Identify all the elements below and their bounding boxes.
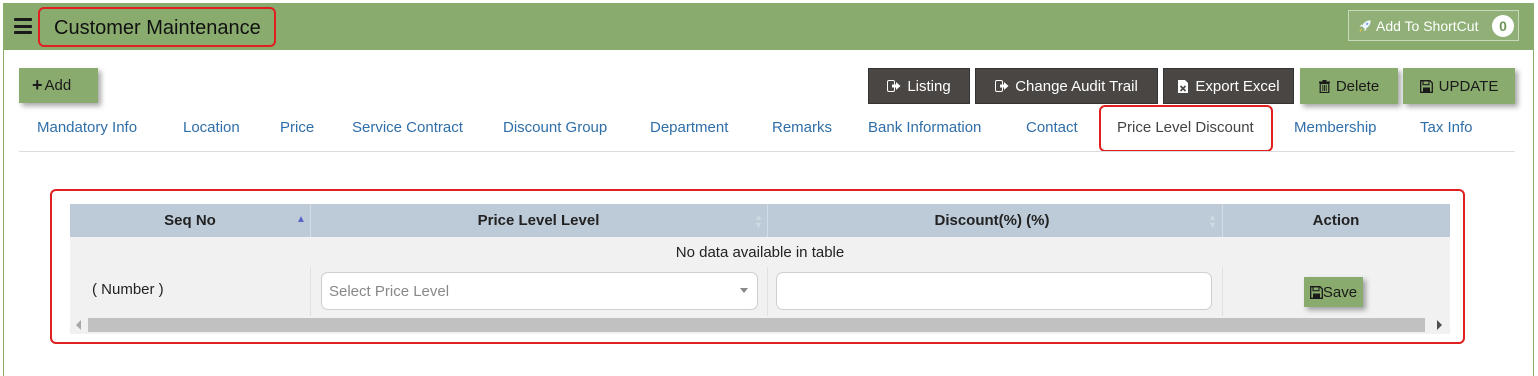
- floppy-disk-icon: [1309, 285, 1323, 299]
- delete-button-label: Delete: [1335, 77, 1380, 95]
- tabs-divider: [19, 151, 1515, 152]
- page-title: Customer Maintenance: [54, 17, 261, 39]
- chevron-down-icon: [740, 288, 748, 293]
- scroll-left-icon[interactable]: [76, 320, 81, 330]
- trash-icon: [1318, 79, 1330, 93]
- rocket-icon: [1359, 19, 1371, 32]
- add-button-label: Add: [44, 77, 72, 94]
- tab-price[interactable]: Price: [280, 119, 314, 136]
- new-entry-row: ( Number ) Select Price Level Save: [70, 267, 1450, 316]
- add-to-shortcut-button[interactable]: Add To ShortCut 0: [1348, 10, 1519, 41]
- sort-both-icon: ▲ ▼: [754, 212, 763, 230]
- delete-button[interactable]: Delete: [1300, 68, 1398, 104]
- file-excel-icon: [1177, 79, 1189, 94]
- seq-no-placeholder: ( Number ): [92, 281, 164, 298]
- sign-out-icon: [995, 80, 1009, 92]
- change-audit-trail-label: Change Audit Trail: [1015, 77, 1138, 95]
- tab-mandatory-info[interactable]: Mandatory Info: [37, 119, 137, 136]
- column-header-action: Action: [1222, 204, 1450, 237]
- shortcut-count-badge: 0: [1492, 15, 1514, 37]
- tab-tax-info[interactable]: Tax Info: [1420, 119, 1473, 136]
- column-header-discount[interactable]: Discount(%) (%): [767, 204, 1217, 237]
- tab-department[interactable]: Department: [650, 119, 728, 136]
- export-excel-button[interactable]: Export Excel: [1163, 68, 1294, 104]
- shortcut-label: Add To ShortCut: [1376, 17, 1479, 34]
- scrollbar-thumb[interactable]: [88, 318, 1425, 332]
- tab-price-level-discount[interactable]: Price Level Discount: [1117, 119, 1254, 136]
- tab-membership[interactable]: Membership: [1294, 119, 1377, 136]
- column-header-discount-label: Discount(%) (%): [934, 212, 1050, 229]
- floppy-disk-icon: [1419, 79, 1433, 93]
- scroll-right-icon[interactable]: [1437, 320, 1442, 330]
- column-header-price-level[interactable]: Price Level Level: [310, 204, 767, 237]
- save-button[interactable]: Save: [1304, 277, 1363, 307]
- plus-icon: +: [32, 75, 43, 95]
- empty-table-message: No data available in table: [70, 237, 1450, 267]
- sort-ascending-icon: ▲: [296, 214, 306, 225]
- sign-out-icon: [887, 80, 901, 92]
- tab-bank-information[interactable]: Bank Information: [868, 119, 981, 136]
- tab-discount-group[interactable]: Discount Group: [503, 119, 607, 136]
- update-button-label: UPDATE: [1438, 77, 1499, 95]
- price-level-select-placeholder: Select Price Level: [329, 282, 450, 300]
- tab-location[interactable]: Location: [183, 119, 240, 136]
- listing-button-label: Listing: [907, 77, 951, 95]
- column-header-price-level-label: Price Level Level: [477, 212, 600, 229]
- table-header: Seq No ▲ Price Level Level ▲ ▼ Discount(%…: [70, 204, 1450, 237]
- tab-remarks[interactable]: Remarks: [772, 119, 832, 136]
- header-bar: Customer Maintenance Add To ShortCut 0: [4, 4, 1534, 50]
- price-level-select[interactable]: Select Price Level: [321, 272, 758, 310]
- listing-button[interactable]: Listing: [868, 68, 970, 104]
- hamburger-icon[interactable]: [14, 18, 32, 34]
- tab-service-contract[interactable]: Service Contract: [352, 119, 463, 136]
- horizontal-scrollbar[interactable]: [70, 316, 1450, 334]
- change-audit-trail-button[interactable]: Change Audit Trail: [975, 68, 1158, 104]
- add-button[interactable]: + Add: [19, 68, 98, 103]
- save-button-label: Save: [1322, 283, 1358, 301]
- update-button[interactable]: UPDATE: [1403, 68, 1515, 104]
- sort-both-icon: ▲ ▼: [1208, 212, 1217, 230]
- tab-contact[interactable]: Contact: [1026, 119, 1078, 136]
- column-header-seq-no-label: Seq No: [164, 212, 216, 229]
- export-excel-label: Export Excel: [1195, 77, 1280, 95]
- discount-input[interactable]: [776, 272, 1212, 310]
- column-header-action-label: Action: [1312, 212, 1360, 229]
- page-title-highlight: Customer Maintenance: [38, 7, 276, 47]
- column-header-seq-no[interactable]: Seq No: [70, 204, 310, 237]
